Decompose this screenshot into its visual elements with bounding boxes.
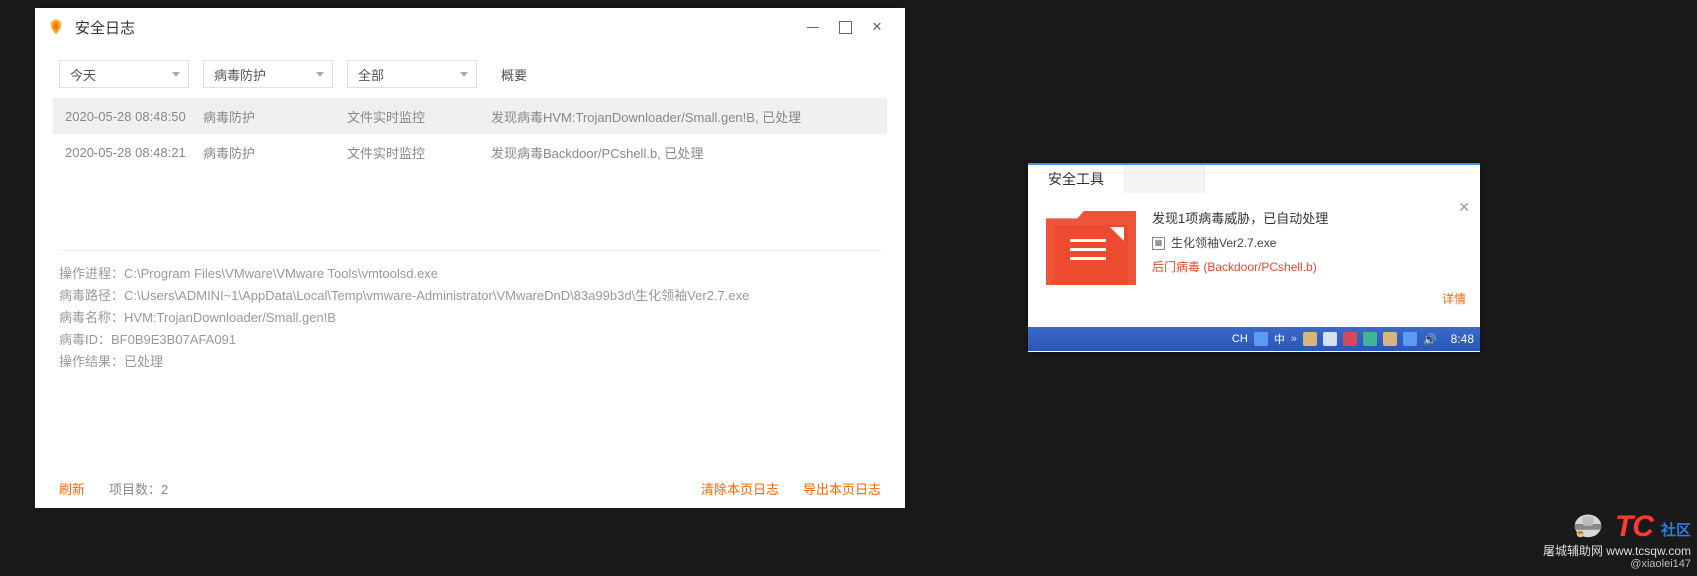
- popup-close-icon[interactable]: ✕: [1458, 199, 1470, 216]
- close-button[interactable]: [861, 11, 893, 43]
- popup-details-link[interactable]: 详情: [1442, 290, 1466, 307]
- titlebar: 安全日志: [35, 8, 905, 46]
- tray-icon[interactable]: [1403, 332, 1417, 346]
- cell-summary: 发现病毒Backdoor/PCshell.b, 已处理: [491, 143, 881, 162]
- filter-bar: 今天 病毒防护 全部 概要: [35, 46, 905, 98]
- tray-icon[interactable]: [1363, 332, 1377, 346]
- tab-inactive[interactable]: [1125, 165, 1205, 193]
- folder-threat-icon: [1046, 203, 1134, 293]
- lang-indicator[interactable]: CH: [1232, 333, 1248, 345]
- popup-tabs: 安全工具: [1028, 165, 1480, 193]
- log-row[interactable]: 2020-05-28 08:48:21 病毒防护 文件实时监控 发现病毒Back…: [53, 134, 887, 170]
- cell-time: 2020-05-28 08:48:50: [59, 109, 203, 124]
- cell-time: 2020-05-28 08:48:21: [59, 145, 203, 160]
- detail-path: 病毒路径：C:\Users\ADMINI~1\AppData\Local\Tem…: [59, 285, 881, 307]
- tray-icon[interactable]: [1254, 332, 1268, 346]
- cell-type: 病毒防护: [203, 107, 347, 126]
- system-tray: CH 中 » 🔊 8:48: [1232, 331, 1474, 347]
- app-logo-icon: [47, 18, 65, 36]
- exe-icon: ▦: [1152, 237, 1165, 250]
- cell-method: 文件实时监控: [347, 107, 491, 126]
- volume-icon[interactable]: 🔊: [1423, 333, 1437, 346]
- log-table: 2020-05-28 08:48:50 病毒防护 文件实时监控 发现病毒HVM:…: [35, 98, 905, 170]
- date-filter-dropdown[interactable]: 今天: [59, 60, 189, 88]
- detail-result: 操作结果：已处理: [59, 351, 881, 373]
- type-filter-dropdown[interactable]: 病毒防护: [203, 60, 333, 88]
- cell-method: 文件实时监控: [347, 143, 491, 162]
- watermark: TC 社区 屠城辅助网 www.tcsqw.com @xiaolei147: [1543, 505, 1691, 570]
- tray-icon[interactable]: [1303, 332, 1317, 346]
- scope-filter-dropdown[interactable]: 全部: [347, 60, 477, 88]
- helmet-icon: [1567, 505, 1609, 543]
- detail-virus-name: 病毒名称：HVM:TrojanDownloader/Small.gen!B: [59, 307, 881, 329]
- tray-icon[interactable]: [1323, 332, 1337, 346]
- ime-indicator[interactable]: 中: [1274, 331, 1285, 347]
- taskbar: CH 中 » 🔊 8:48: [1028, 327, 1480, 351]
- maximize-button[interactable]: [829, 11, 861, 43]
- watermark-logo-text: TC: [1615, 510, 1653, 543]
- export-log-button[interactable]: 导出本页日志: [803, 479, 881, 498]
- refresh-button[interactable]: 刷新: [59, 479, 85, 498]
- cell-summary: 发现病毒HVM:TrojanDownloader/Small.gen!B, 已处…: [491, 107, 881, 126]
- popup-threat-name: 后门病毒 (Backdoor/PCshell.b): [1152, 257, 1328, 277]
- footer-bar: 刷新 项目数：2 清除本页日志 导出本页日志: [59, 479, 881, 498]
- clock[interactable]: 8:48: [1451, 332, 1474, 346]
- watermark-url: 屠城辅助网 www.tcsqw.com: [1543, 545, 1691, 558]
- security-log-window: 安全日志 今天 病毒防护 全部 概要 2020-05-28 08:48:50 病…: [35, 8, 905, 508]
- detail-virus-id: 病毒ID：BF0B9E3B07AFA091: [59, 329, 881, 351]
- popup-title: 发现1项病毒威胁，已自动处理: [1152, 209, 1328, 229]
- tab-security-tools[interactable]: 安全工具: [1028, 165, 1125, 193]
- cell-type: 病毒防护: [203, 143, 347, 162]
- popup-file: ▦ 生化领袖Ver2.7.exe: [1152, 233, 1328, 253]
- window-title: 安全日志: [75, 17, 135, 38]
- summary-column-header: 概要: [491, 60, 881, 88]
- clear-log-button[interactable]: 清除本页日志: [701, 479, 779, 498]
- tray-icon[interactable]: [1343, 332, 1357, 346]
- tray-icon[interactable]: [1383, 332, 1397, 346]
- watermark-cn: 社区: [1661, 523, 1691, 540]
- minimize-button[interactable]: [797, 11, 829, 43]
- threat-notification-popup: 安全工具 ✕ 发现1项病毒威胁，已自动处理 ▦ 生化领袖Ver2.7.exe 后…: [1028, 163, 1480, 352]
- log-row[interactable]: 2020-05-28 08:48:50 病毒防护 文件实时监控 发现病毒HVM:…: [53, 98, 887, 134]
- item-count: 项目数：2: [109, 479, 168, 498]
- detail-panel: 操作进程：C:\Program Files\VMware\VMware Tool…: [59, 250, 881, 373]
- detail-process: 操作进程：C:\Program Files\VMware\VMware Tool…: [59, 263, 881, 285]
- watermark-author: @xiaolei147: [1543, 558, 1691, 570]
